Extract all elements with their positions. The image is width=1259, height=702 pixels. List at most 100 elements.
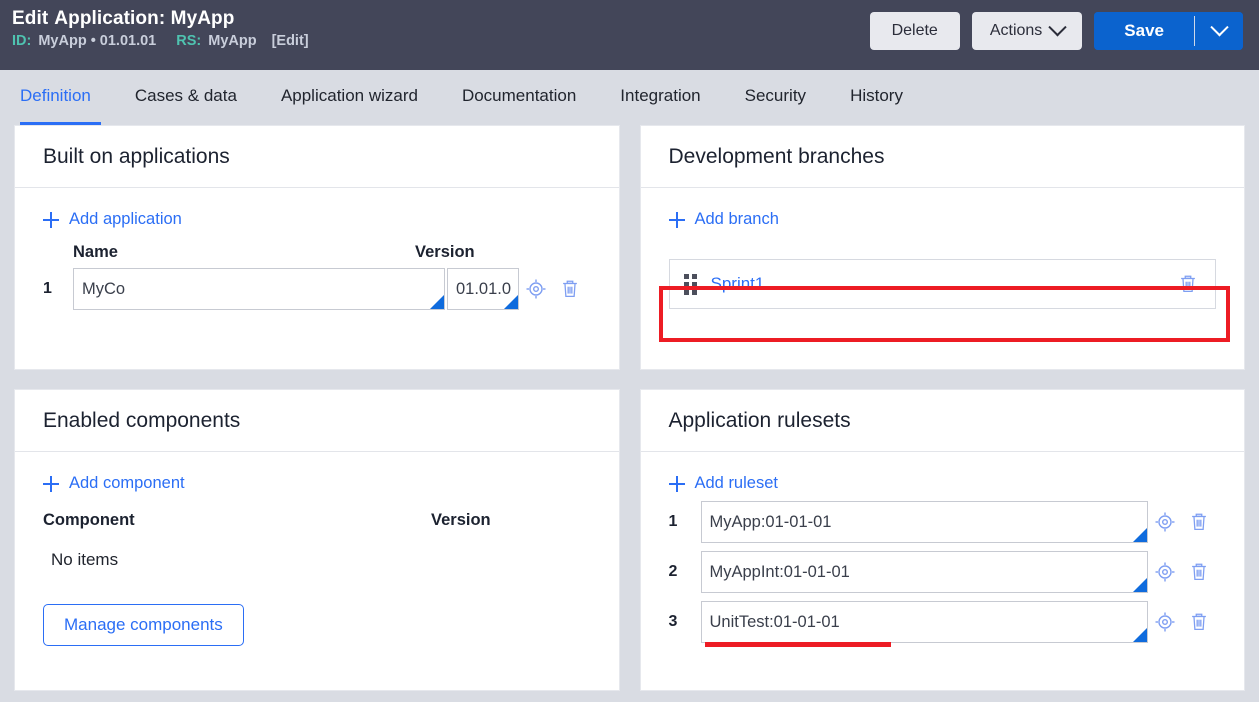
rs-value: MyApp — [208, 33, 257, 49]
save-dropdown-button[interactable] — [1195, 12, 1243, 50]
page-title: Edit Application: MyApp — [12, 8, 309, 30]
plus-icon — [43, 211, 59, 228]
card-body: Add ruleset 1 MyApp:01-01-01 2 MyAppInt:… — [641, 452, 1245, 690]
ruleset-value: UnitTest:01-01-01 — [709, 612, 840, 631]
card-header: Enabled components — [15, 390, 619, 452]
ruleset-value: MyApp:01-01-01 — [709, 512, 832, 531]
card-body: Add application Name Version 1 MyCo 01.0… — [15, 188, 619, 369]
autocomplete-corner-icon — [1133, 528, 1147, 542]
page-title-main: Application: MyApp — [54, 8, 235, 29]
card-title: Enabled components — [43, 408, 241, 432]
tab-security[interactable]: Security — [723, 70, 828, 125]
add-component-link[interactable]: Add component — [43, 474, 185, 493]
ruleset-input[interactable]: MyApp:01-01-01 — [700, 501, 1148, 543]
actions-button[interactable]: Actions — [971, 12, 1083, 50]
page-title-prefix: Edit — [12, 8, 49, 29]
delete-branch-icon[interactable] — [1171, 267, 1205, 301]
card-body: Add branch Sprint1 — [641, 188, 1245, 369]
plus-icon — [668, 211, 685, 228]
column-header-version: Version — [415, 243, 475, 261]
add-ruleset-label: Add ruleset — [694, 474, 778, 492]
header-title-block: Edit Application: MyApp ID: MyApp • 01.01… — [12, 6, 309, 49]
table-row: 1 MyCo 01.01.0 — [43, 268, 591, 310]
card-body: Add component Component Version No items… — [15, 452, 619, 690]
tab-history[interactable]: History — [828, 70, 925, 125]
tab-definition[interactable]: Definition — [12, 70, 113, 125]
add-application-link[interactable]: Add application — [43, 210, 182, 229]
delete-button[interactable]: Delete — [869, 12, 960, 50]
card-enabled-components: Enabled components Add component Compone… — [14, 389, 620, 691]
card-development-branches: Development branches Add branch Sprint1 — [639, 125, 1245, 370]
id-value: MyApp • 01.01.01 — [38, 33, 157, 49]
open-target-icon[interactable] — [1148, 555, 1182, 589]
save-split-button: Save — [1094, 12, 1243, 50]
card-application-rulesets: Application rulesets Add ruleset 1 MyApp… — [639, 389, 1245, 691]
open-target-icon[interactable] — [1148, 605, 1182, 639]
table-row: 1 MyApp:01-01-01 — [669, 501, 1217, 543]
row-number: 3 — [668, 613, 678, 630]
add-ruleset-link[interactable]: Add ruleset — [668, 474, 778, 493]
table-row: 2 MyAppInt:01-01-01 — [669, 551, 1217, 593]
delete-row-icon[interactable] — [1182, 605, 1216, 639]
add-branch-label: Add branch — [694, 210, 779, 228]
card-built-on-applications: Built on applications Add application Na… — [14, 125, 620, 370]
delete-row-icon[interactable] — [1182, 505, 1216, 539]
built-on-name-input[interactable]: MyCo — [73, 268, 445, 310]
ruleset-value: MyAppInt:01-01-01 — [709, 562, 850, 581]
autocomplete-corner-icon — [1133, 628, 1147, 642]
open-target-icon[interactable] — [1148, 505, 1182, 539]
chevron-down-icon — [1048, 17, 1067, 36]
tab-cases-and-data[interactable]: Cases & data — [113, 70, 259, 125]
card-title: Built on applications — [43, 144, 230, 168]
autocomplete-corner-icon — [430, 295, 444, 309]
row-number: 1 — [668, 513, 678, 530]
built-on-name-value: MyCo — [82, 279, 126, 298]
built-on-version-input[interactable]: 01.01.0 — [447, 268, 519, 310]
branch-name-link[interactable]: Sprint1 — [711, 274, 765, 294]
column-header-component: Component — [43, 511, 135, 529]
column-header-version: Version — [431, 511, 491, 529]
open-target-icon[interactable] — [519, 272, 553, 306]
plus-icon — [668, 475, 685, 492]
id-label: ID: — [12, 33, 32, 49]
empty-state-text: No items — [51, 550, 119, 569]
card-header: Application rulesets — [640, 390, 1244, 452]
card-title: Application rulesets — [668, 408, 851, 432]
autocomplete-corner-icon — [504, 295, 518, 309]
app-header: Edit Application: MyApp ID: MyApp • 01.01… — [0, 0, 1259, 70]
chevron-down-icon — [1209, 17, 1229, 36]
manage-components-button[interactable]: Manage components — [43, 604, 244, 646]
delete-row-icon[interactable] — [553, 272, 587, 306]
plus-icon — [43, 475, 59, 492]
row-number: 1 — [43, 280, 52, 297]
actions-button-label: Actions — [989, 22, 1043, 39]
edit-link[interactable]: [Edit] — [272, 33, 309, 49]
add-branch-link[interactable]: Add branch — [668, 210, 779, 229]
branch-row[interactable]: Sprint1 — [668, 259, 1216, 309]
add-component-label: Add component — [69, 474, 185, 492]
header-meta: ID: MyApp • 01.01.01 RS: MyApp [Edit] — [12, 33, 309, 49]
components-column-headers: Component Version — [43, 511, 591, 530]
built-on-version-value: 01.01.0 — [456, 279, 512, 298]
ruleset-input[interactable]: MyAppInt:01-01-01 — [700, 551, 1148, 593]
card-header: Built on applications — [15, 126, 619, 188]
column-header-name: Name — [73, 243, 118, 261]
tab-integration[interactable]: Integration — [598, 70, 722, 125]
delete-row-icon[interactable] — [1182, 555, 1216, 589]
rs-label: RS: — [176, 33, 202, 49]
autocomplete-corner-icon — [1133, 578, 1147, 592]
ruleset-input[interactable]: UnitTest:01-01-01 — [700, 601, 1148, 643]
card-header: Development branches — [640, 126, 1244, 188]
table-row: 3 UnitTest:01-01-01 — [669, 601, 1217, 643]
tab-documentation[interactable]: Documentation — [440, 70, 598, 125]
branch-row-left: Sprint1 — [683, 273, 765, 295]
tab-application-wizard[interactable]: Application wizard — [259, 70, 440, 125]
add-application-label: Add application — [69, 210, 182, 228]
header-actions: Delete Actions Save — [869, 6, 1243, 50]
built-on-column-headers: Name Version — [43, 243, 591, 262]
drag-handle-icon[interactable] — [683, 273, 697, 295]
tab-bar: Definition Cases & data Application wiza… — [0, 70, 1259, 125]
row-number: 2 — [668, 563, 678, 580]
card-title: Development branches — [668, 144, 885, 168]
save-button[interactable]: Save — [1094, 12, 1194, 50]
